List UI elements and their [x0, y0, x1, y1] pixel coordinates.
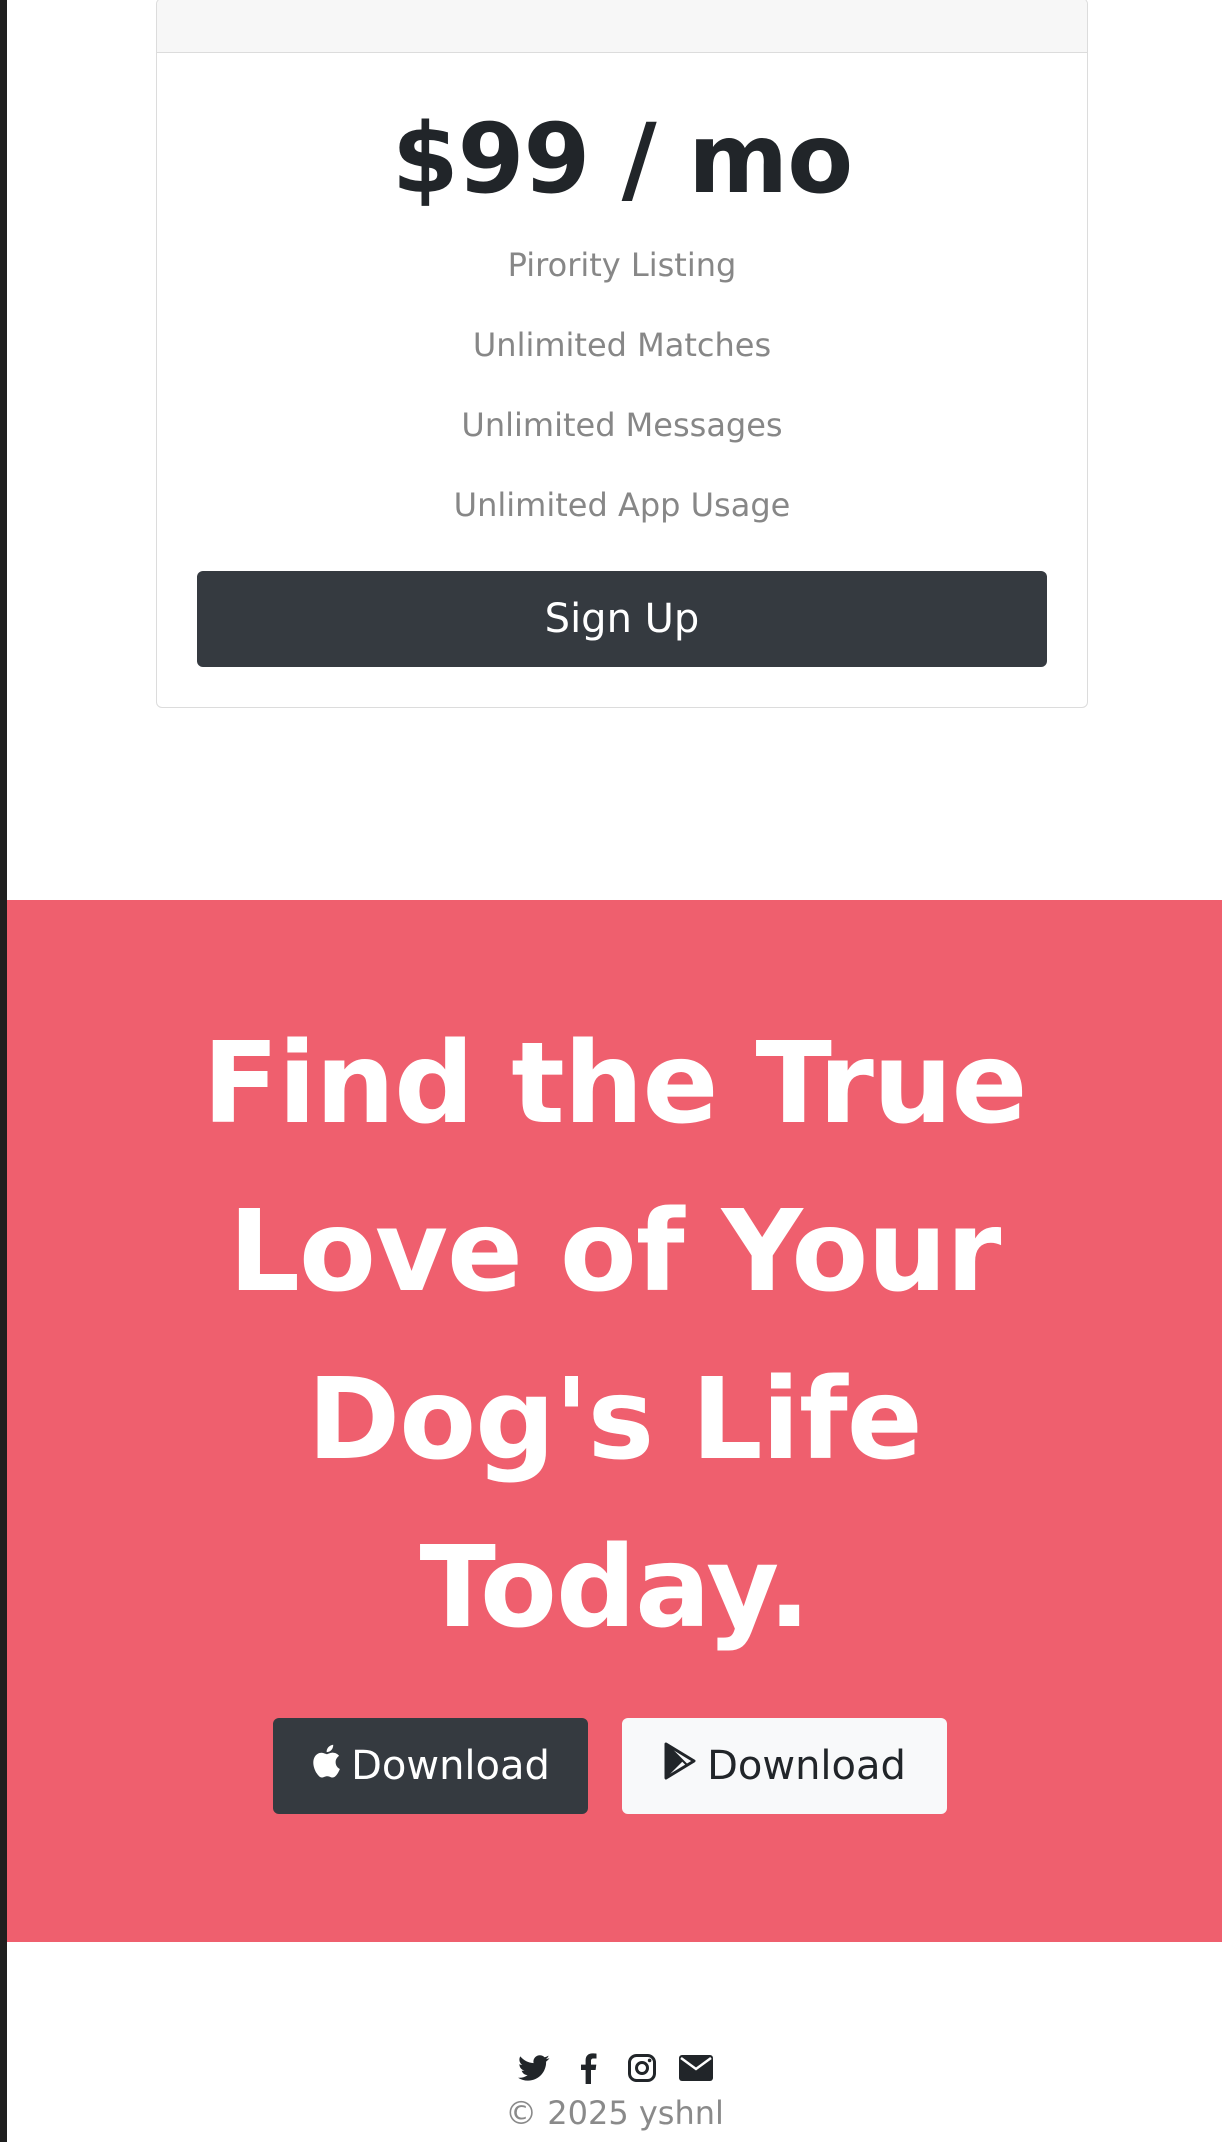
download-buttons: Download Download: [7, 1718, 1222, 1814]
envelope-icon[interactable]: [678, 2050, 714, 2086]
google-play-icon: [663, 1742, 707, 1790]
pricing-card: $99 / mo Pirority Listing Unlimited Matc…: [156, 0, 1088, 708]
social-links: [7, 2050, 1222, 2086]
google-play-download-label: Download: [707, 1743, 906, 1789]
cta-heading: Find the True Love of Your Dog's Life To…: [202, 1019, 1027, 1653]
plan-feature: Unlimited Messages: [461, 406, 783, 444]
plan-feature: Pirority Listing: [507, 246, 737, 284]
instagram-icon[interactable]: [624, 2050, 660, 2086]
sign-up-button[interactable]: Sign Up: [197, 571, 1047, 667]
google-play-download-button[interactable]: Download: [622, 1718, 947, 1814]
pricing-card-header: [157, 0, 1087, 53]
apple-icon: [311, 1743, 351, 1789]
app-store-download-label: Download: [351, 1743, 550, 1789]
plan-feature: Unlimited App Usage: [453, 486, 791, 524]
app-store-download-button[interactable]: Download: [273, 1718, 588, 1814]
facebook-icon[interactable]: [570, 2050, 606, 2086]
site-footer: © 2025 yshnl: [7, 1942, 1222, 2142]
twitter-icon[interactable]: [516, 2050, 552, 2086]
plan-features-list: Pirority Listing Unlimited Matches Unlim…: [157, 245, 1087, 525]
copyright-text: © 2025 yshnl: [505, 2094, 724, 2132]
plan-price: $99 / mo: [391, 103, 853, 215]
plan-feature: Unlimited Matches: [472, 326, 772, 364]
window-left-edge: [0, 0, 7, 2142]
download-cta-section: Find the True Love of Your Dog's Life To…: [7, 900, 1222, 1942]
